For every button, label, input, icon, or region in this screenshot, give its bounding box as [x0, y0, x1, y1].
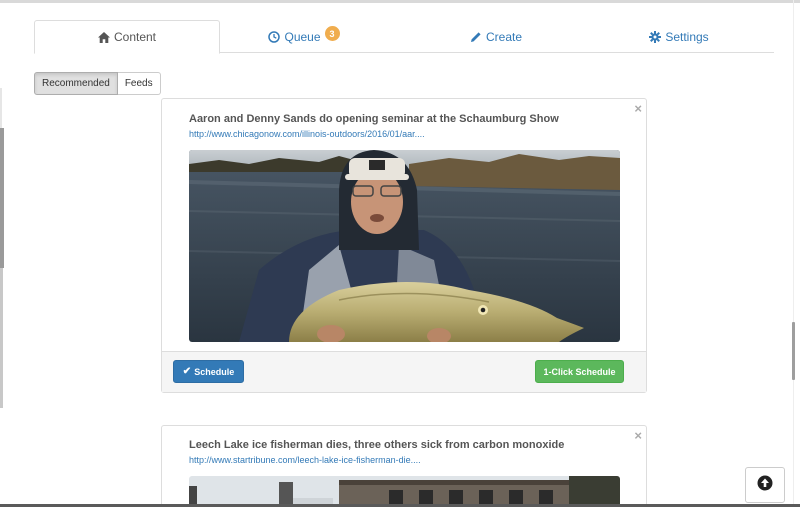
pencil-icon — [470, 31, 482, 43]
recommended-button[interactable]: Recommended — [34, 72, 118, 95]
schedule-label: Schedule — [194, 366, 235, 377]
card-link[interactable]: http://www.chicagonow.com/illinois-outdo… — [189, 129, 425, 139]
tab-label: Content — [113, 30, 157, 44]
left-edge-shadow — [0, 88, 2, 128]
tab-queue[interactable]: Queue 3 — [234, 20, 374, 53]
gear-icon — [649, 30, 662, 43]
left-edge-shadow — [0, 128, 4, 268]
card-link[interactable]: http://www.startribune.com/leech-lake-ic… — [189, 455, 421, 465]
tab-settings[interactable]: Settings — [609, 20, 749, 53]
queue-count-badge: 3 — [324, 26, 340, 41]
article-image[interactable] — [189, 476, 620, 507]
check-icon: ✔ — [182, 366, 192, 377]
one-click-schedule-button[interactable]: 1-Click Schedule — [535, 360, 624, 383]
card-footer: ✔ Schedule 1-Click Schedule — [162, 351, 646, 392]
tab-label: Queue — [284, 29, 321, 44]
home-icon — [97, 31, 110, 43]
feeds-button[interactable]: Feeds — [117, 72, 161, 95]
close-icon[interactable]: × — [634, 102, 642, 115]
main-tabs: Content Queue 3 Create Settings — [34, 20, 774, 54]
tab-create[interactable]: Create — [426, 20, 566, 53]
fisherman-photo — [189, 150, 620, 342]
left-edge-shadow — [0, 268, 3, 408]
content-card: × Leech Lake ice fisherman dies, three o… — [161, 425, 647, 507]
tab-label: Create — [485, 29, 523, 44]
back-to-top-button[interactable] — [745, 467, 785, 503]
card-title: Aaron and Denny Sands do opening seminar… — [189, 113, 559, 125]
window-top-border — [0, 0, 800, 3]
content-card: × Aaron and Denny Sands do opening semin… — [161, 98, 647, 393]
clock-icon — [268, 30, 281, 43]
article-image[interactable] — [189, 150, 620, 342]
tab-label: Settings — [665, 29, 709, 44]
scrollbar-track[interactable] — [793, 0, 794, 507]
building-photo — [189, 476, 620, 507]
card-title: Leech Lake ice fisherman dies, three oth… — [189, 439, 565, 451]
arrow-up-icon — [757, 475, 773, 496]
schedule-button[interactable]: ✔ Schedule — [173, 360, 244, 383]
tab-content[interactable]: Content — [34, 20, 220, 54]
content-source-toggle: Recommended Feeds — [34, 72, 161, 95]
close-icon[interactable]: × — [634, 429, 642, 442]
scrollbar-thumb[interactable] — [792, 322, 795, 380]
